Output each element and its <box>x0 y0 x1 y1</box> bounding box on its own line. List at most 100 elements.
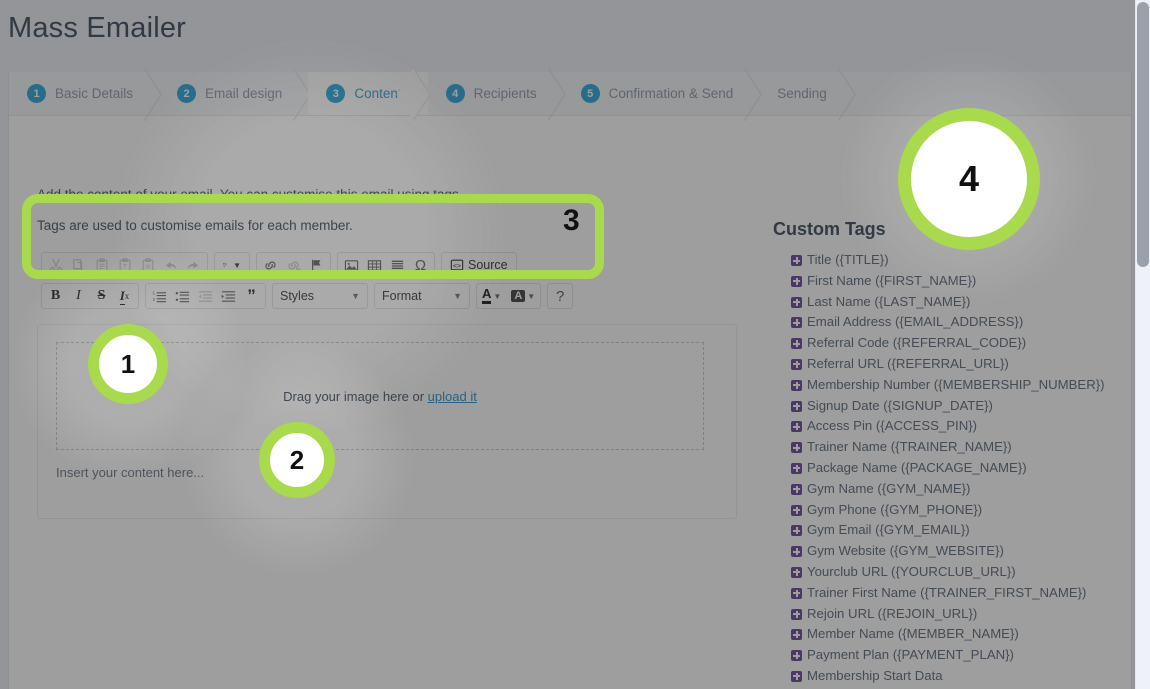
decrease-indent-icon[interactable] <box>194 285 217 307</box>
annotation-marker-2: 2 <box>259 422 335 498</box>
custom-tag-label: Trainer Name ({TRAINER_NAME}) <box>807 439 1012 455</box>
custom-tag-item[interactable]: Signup Date ({SIGNUP_DATE}) <box>791 396 1105 417</box>
svg-text:2: 2 <box>152 297 155 302</box>
custom-tag-item[interactable]: Payment Plan ({PAYMENT_PLAN}) <box>791 645 1105 666</box>
plus-icon <box>791 670 802 682</box>
strikethrough-icon[interactable]: S <box>90 285 113 307</box>
custom-tag-label: Gym Website ({GYM_WEBSITE}) <box>807 543 1004 559</box>
step-number-badge: 3 <box>326 84 346 103</box>
format-select[interactable]: Format ▼ <box>374 283 470 309</box>
plus-icon <box>791 358 802 370</box>
custom-tag-item[interactable]: Trainer First Name ({TRAINER_FIRST_NAME}… <box>791 583 1105 604</box>
plus-icon <box>791 400 802 412</box>
list-group: 12 ” <box>145 283 266 309</box>
custom-tag-item[interactable]: Member Name ({MEMBER_NAME}) <box>791 624 1105 645</box>
format-select-value: Format <box>382 289 422 303</box>
plus-icon <box>791 650 802 662</box>
svg-text:1: 1 <box>152 290 155 295</box>
step-recipients[interactable]: 4 Recipients <box>428 72 563 115</box>
custom-tag-item[interactable]: Access Pin ({ACCESS_PIN}) <box>791 416 1105 437</box>
annotation-marker-3: 3 <box>563 204 580 237</box>
custom-tag-item[interactable]: Membership Start Data ({MEMBERSHIP_START… <box>791 666 1105 689</box>
plus-icon <box>791 504 802 516</box>
chevron-down-icon: ▼ <box>351 291 360 301</box>
plus-icon <box>791 255 802 266</box>
text-color-button[interactable]: A ▼ <box>479 287 504 304</box>
dropzone-text-label: Drag your image here or <box>283 388 428 404</box>
custom-tag-label: Access Pin ({ACCESS_PIN}) <box>807 418 978 434</box>
custom-tag-item[interactable]: Gym Phone ({GYM_PHONE}) <box>791 500 1105 521</box>
plus-icon <box>791 462 802 474</box>
custom-tag-item[interactable]: First Name ({FIRST_NAME}) <box>791 271 1105 292</box>
text-color-label: A <box>482 287 492 304</box>
step-label: Recipients <box>473 86 537 101</box>
plus-icon <box>791 525 802 537</box>
step-sending[interactable]: Sending <box>759 72 853 115</box>
custom-tag-label: Last Name ({LAST_NAME}) <box>807 293 971 309</box>
plus-icon <box>791 608 802 620</box>
chevron-down-icon: ▼ <box>453 291 462 301</box>
step-basic-details[interactable]: 1 Basic Details <box>9 72 159 115</box>
custom-tag-item[interactable]: Package Name ({PACKAGE_NAME}) <box>791 458 1105 479</box>
chevron-down-icon: ▼ <box>493 291 502 301</box>
styles-select[interactable]: Styles ▼ <box>272 283 368 309</box>
annotation-marker-4: 4 <box>898 108 1040 250</box>
upload-it-link[interactable]: upload it <box>428 389 477 404</box>
custom-tag-item[interactable]: Referral Code ({REFERRAL_CODE}) <box>791 333 1105 354</box>
custom-tag-item[interactable]: Yourclub URL ({YOURCLUB_URL}) <box>791 562 1105 583</box>
step-label: Confirmation & Send <box>608 86 734 101</box>
custom-tag-item[interactable]: Trainer Name ({TRAINER_NAME}) <box>791 437 1105 458</box>
custom-tag-label: Trainer First Name ({TRAINER_FIRST_NAME}… <box>807 584 1087 600</box>
custom-tag-item[interactable]: Membership Number ({MEMBERSHIP_NUMBER}) <box>791 375 1105 396</box>
increase-indent-icon[interactable] <box>217 285 240 307</box>
custom-tag-label: Payment Plan ({PAYMENT_PLAN}) <box>807 647 1014 663</box>
custom-tag-label: Member Name ({MEMBER_NAME}) <box>807 626 1019 642</box>
help-button[interactable]: ? <box>547 283 574 309</box>
custom-tag-label: Email Address ({EMAIL_ADDRESS}) <box>807 314 1024 330</box>
step-label: Basic Details <box>55 86 134 101</box>
bulleted-list-icon[interactable] <box>171 285 194 307</box>
custom-tag-label: Referral Code ({REFERRAL_CODE}) <box>807 335 1027 351</box>
step-email-design[interactable]: 2 Email design <box>159 72 308 115</box>
blockquote-icon[interactable]: ” <box>240 285 263 307</box>
custom-tag-item[interactable]: Gym Email ({GYM_EMAIL}) <box>791 520 1105 541</box>
custom-tag-item[interactable]: Gym Website ({GYM_WEBSITE}) <box>791 541 1105 562</box>
background-color-button[interactable]: A ▼ <box>508 290 538 302</box>
custom-tag-label: Referral URL ({REFERRAL_URL}) <box>807 355 1009 371</box>
page-scrollbar-thumb[interactable] <box>1137 2 1149 267</box>
plus-icon <box>791 566 802 578</box>
custom-tag-label: Membership Start Data ({MEMBERSHIP_START… <box>807 667 1003 689</box>
plus-icon <box>791 421 802 433</box>
custom-tag-item[interactable]: Last Name ({LAST_NAME}) <box>791 292 1105 313</box>
app-root: Mass Emailer 1 Basic Details 2 Email des… <box>0 0 1150 689</box>
plus-icon <box>791 338 802 350</box>
custom-tag-item[interactable]: Rejoin URL ({REJOIN_URL}) <box>791 604 1105 625</box>
custom-tag-item[interactable]: Gym Name ({GYM_NAME}) <box>791 479 1105 500</box>
plus-icon <box>791 629 802 641</box>
editor-placeholder: Insert your content here... <box>56 465 205 480</box>
custom-tag-item[interactable]: Referral URL ({REFERRAL_URL}) <box>791 354 1105 375</box>
bold-icon[interactable]: B <box>44 285 67 307</box>
step-confirmation-and-send[interactable]: 5 Confirmation & Send <box>563 72 760 115</box>
plus-icon <box>791 275 802 287</box>
step-number-badge: 1 <box>27 84 46 103</box>
step-number-badge: 5 <box>580 84 600 103</box>
custom-tag-label: Package Name ({PACKAGE_NAME}) <box>807 459 1027 475</box>
custom-tag-item[interactable]: Title ({TITLE}) <box>791 250 1105 271</box>
custom-tag-label: Membership Number ({MEMBERSHIP_NUMBER}) <box>807 376 1105 392</box>
custom-tag-label: Signup Date ({SIGNUP_DATE}) <box>807 397 993 413</box>
custom-tag-item[interactable]: Email Address ({EMAIL_ADDRESS}) <box>791 312 1105 333</box>
styles-select-value: Styles <box>280 289 315 303</box>
custom-tags-panel: Custom Tags Title ({TITLE}) First Name ({… <box>745 219 1105 689</box>
plus-icon <box>791 587 802 599</box>
numbered-list-icon[interactable]: 12 <box>148 285 171 307</box>
remove-format-icon[interactable]: Ix <box>113 285 136 307</box>
step-number-badge: 4 <box>445 84 465 103</box>
step-content[interactable]: 3 Content <box>308 72 428 115</box>
plus-icon <box>791 483 802 495</box>
italic-icon[interactable]: I <box>67 285 90 307</box>
annotation-highlight-toolbar <box>22 194 604 279</box>
custom-tag-label: First Name ({FIRST_NAME}) <box>807 272 977 288</box>
custom-tag-label: Gym Email ({GYM_EMAIL}) <box>807 522 970 538</box>
annotation-marker-1: 1 <box>88 324 168 404</box>
